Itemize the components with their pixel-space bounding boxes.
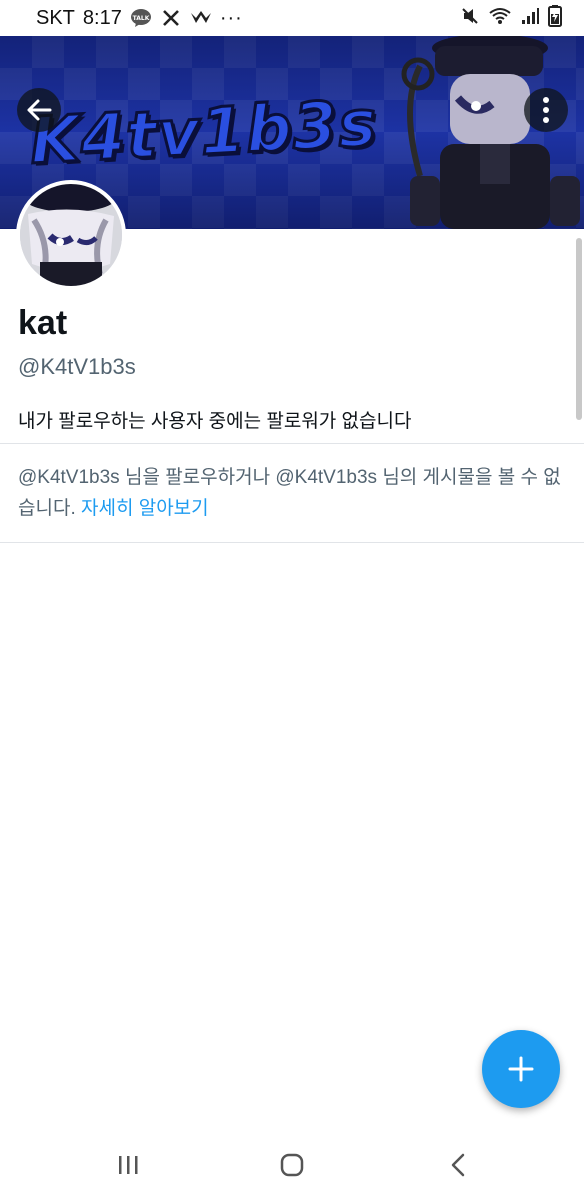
arrow-left-icon bbox=[27, 99, 52, 121]
battery-icon bbox=[548, 4, 562, 32]
status-left: SKT 8:17 TALK ··· bbox=[36, 7, 243, 30]
home-button[interactable] bbox=[262, 1142, 322, 1188]
divider bbox=[0, 542, 584, 543]
system-back-button[interactable] bbox=[428, 1142, 488, 1188]
x-logo-icon bbox=[160, 7, 182, 29]
status-bar: SKT 8:17 TALK ··· bbox=[0, 0, 584, 36]
kakaotalk-icon: TALK bbox=[130, 7, 152, 29]
display-name: kat bbox=[18, 304, 68, 342]
banner-character-art bbox=[401, 36, 580, 229]
avatar[interactable] bbox=[16, 180, 126, 290]
protected-account-notice: @K4tV1b3s 님을 팔로우하거나 @K4tV1b3s 님의 게시물을 볼 … bbox=[18, 462, 568, 524]
system-nav-bar bbox=[0, 1130, 584, 1200]
wifi-icon bbox=[488, 6, 512, 31]
recent-apps-button[interactable] bbox=[98, 1142, 158, 1188]
home-icon bbox=[280, 1153, 304, 1177]
learn-more-link[interactable]: 자세히 알아보기 bbox=[81, 498, 209, 519]
mute-icon bbox=[460, 6, 480, 31]
carrier-label: SKT bbox=[36, 6, 75, 29]
compose-fab[interactable] bbox=[482, 1030, 560, 1108]
plus-icon bbox=[508, 1056, 534, 1082]
divider bbox=[0, 443, 584, 444]
user-handle: @K4tV1b3s bbox=[18, 354, 136, 379]
back-button[interactable] bbox=[17, 88, 61, 132]
more-vertical-icon bbox=[543, 97, 549, 123]
avatar-art bbox=[20, 184, 122, 286]
more-notifications-dots: ··· bbox=[219, 6, 243, 29]
recent-apps-icon bbox=[119, 1156, 138, 1174]
back-icon bbox=[451, 1153, 465, 1177]
followers-you-know-note: 내가 팔로우하는 사용자 중에는 팔로워가 없습니다 bbox=[18, 411, 412, 432]
signal-icon bbox=[520, 6, 540, 31]
scroll-indicator[interactable] bbox=[576, 238, 582, 420]
talk-badge-text: TALK bbox=[132, 15, 149, 22]
app-notification-icon bbox=[190, 7, 212, 29]
clock: 8:17 bbox=[82, 6, 122, 29]
status-right bbox=[460, 4, 562, 32]
more-options-button[interactable] bbox=[524, 88, 568, 132]
